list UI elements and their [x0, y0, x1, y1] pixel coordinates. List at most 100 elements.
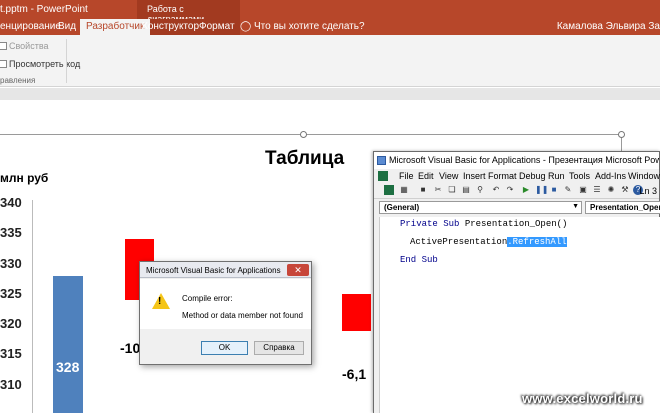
resize-handle-top[interactable]: [300, 131, 307, 138]
ribbon-tabs: енцирование Вид Разработчик Конструктор …: [0, 19, 660, 35]
find-icon[interactable]: ⚲: [475, 185, 485, 195]
menu-view[interactable]: View: [439, 171, 458, 181]
menu-insert[interactable]: Insert: [463, 171, 486, 181]
tell-me-search[interactable]: ◯ Что вы хотите сделать?: [240, 21, 365, 32]
tab-design[interactable]: Конструктор: [142, 21, 199, 32]
menu-tools[interactable]: Tools: [569, 171, 590, 181]
view-code-label: Просмотреть код: [9, 59, 81, 69]
object-reference: ActivePresentation: [410, 237, 508, 247]
bar-label-change-1: -10: [120, 340, 141, 356]
y-tick-label: 310: [0, 376, 22, 392]
y-tick-label: 325: [0, 285, 22, 301]
toolbox-icon[interactable]: ⚒: [620, 185, 630, 195]
view-code-button[interactable]: Просмотреть код: [0, 59, 80, 69]
compile-error-dialog[interactable]: Microsoft Visual Basic for Applications …: [139, 261, 312, 365]
y-tick-label: 340: [0, 195, 22, 210]
code-editor[interactable]: Private Sub Presentation_Open() ActivePr…: [379, 217, 660, 413]
user-name[interactable]: Камалова Эльвира Зa: [557, 21, 660, 32]
document-title: t.pptm - PowerPoint: [0, 4, 88, 15]
lightbulb-icon: ◯: [240, 21, 252, 32]
menu-run[interactable]: Run: [548, 171, 565, 181]
paste-icon[interactable]: ▤: [461, 185, 471, 195]
error-message: Method or data member not found: [182, 311, 303, 320]
error-highlight: .RefreshAll: [507, 237, 567, 247]
close-icon[interactable]: ✕: [287, 264, 309, 276]
vba-editor-title-bar[interactable]: Microsoft Visual Basic for Applications …: [374, 152, 659, 169]
tell-me-label: Что вы хотите сделать?: [253, 21, 365, 32]
object-browser-icon[interactable]: ✺: [606, 185, 616, 195]
ok-button[interactable]: OK: [201, 341, 248, 355]
y-axis-label: млн руб: [0, 171, 49, 185]
y-tick-label: 335: [0, 225, 22, 241]
view-host-icon[interactable]: [384, 185, 394, 195]
properties-label: Свойства: [9, 41, 49, 51]
help-button[interactable]: Справка: [254, 341, 304, 355]
properties-window-icon[interactable]: ☰: [592, 185, 602, 195]
code-line-end-sub: End Sub: [400, 255, 438, 265]
menu-format[interactable]: Format: [488, 171, 517, 181]
dialog-title-bar[interactable]: Microsoft Visual Basic for Applications …: [140, 262, 311, 278]
dialog-body: ! Compile error: Method or data member n…: [140, 279, 311, 329]
properties-button[interactable]: Свойства: [0, 41, 49, 51]
bar-change-2[interactable]: [342, 293, 371, 331]
tab-format[interactable]: Формат: [199, 21, 235, 32]
y-tick-label: 315: [0, 346, 22, 362]
error-heading: Compile error:: [182, 294, 233, 303]
y-axis-line: [32, 200, 33, 413]
bar-base[interactable]: [53, 275, 83, 413]
menu-file[interactable]: File: [399, 171, 414, 181]
vba-editor-title: Microsoft Visual Basic for Applications …: [389, 155, 659, 165]
excel-icon[interactable]: [378, 171, 388, 181]
copy-icon[interactable]: ❏: [447, 185, 457, 195]
menu-add-ins[interactable]: Add-Ins: [595, 171, 626, 181]
menu-window[interactable]: Window: [628, 171, 660, 181]
chart-selection-border: [0, 134, 622, 135]
procedure-dropdown[interactable]: Presentation_Open: [585, 201, 660, 214]
tab-developer[interactable]: Разработчик: [80, 19, 151, 35]
run-icon[interactable]: ▶: [521, 185, 531, 195]
warning-exclamation: !: [158, 296, 162, 307]
sub-name: Presentation_Open(): [459, 219, 568, 229]
chevron-down-icon: ▼: [572, 203, 579, 210]
y-tick-label: 320: [0, 316, 22, 331]
tab-view[interactable]: Вид: [58, 21, 76, 32]
design-mode-icon[interactable]: ✎: [563, 185, 573, 195]
controls-group-label: равления: [0, 76, 36, 85]
undo-icon[interactable]: ↶: [491, 185, 501, 195]
reset-icon[interactable]: ■: [549, 185, 559, 195]
menu-edit[interactable]: Edit: [418, 171, 434, 181]
tab-review[interactable]: енцирование: [0, 21, 61, 32]
break-icon[interactable]: ❚❚: [535, 185, 548, 195]
view-code-icon: [0, 60, 7, 68]
dialog-title: Microsoft Visual Basic for Applications: [146, 266, 281, 275]
redo-icon[interactable]: ↷: [505, 185, 515, 195]
bar-label-base: 328: [56, 359, 80, 375]
save-icon[interactable]: ■: [418, 185, 428, 195]
object-dropdown-value: (General): [384, 203, 420, 212]
properties-icon: [0, 42, 7, 50]
cursor-position: Ln 3: [639, 186, 657, 196]
procedure-dropdown-value: Presentation_Open: [590, 203, 660, 212]
vba-menu-bar: File Edit View Insert Format Debug Run T…: [374, 169, 660, 183]
ribbon: Свойства Просмотреть код равления: [0, 35, 660, 87]
title-bar: t.pptm - PowerPoint Работа с диаграммами: [0, 0, 660, 24]
code-line-2: ActivePresentation.RefreshAll: [410, 237, 567, 247]
bar-label-change-2: -6,1: [342, 366, 367, 382]
chart-tools-context-label: Работа с диаграммами: [137, 0, 240, 24]
code-window-selectors: (General) ▼ Presentation_Open: [374, 199, 660, 216]
keyword-private-sub: Private Sub: [400, 219, 460, 229]
object-dropdown[interactable]: (General) ▼: [379, 201, 582, 214]
watermark: www.excelworld.ru: [522, 391, 643, 406]
insert-module-icon[interactable]: ▦: [399, 185, 409, 195]
cut-icon[interactable]: ✂: [433, 185, 443, 195]
ribbon-separator: [66, 39, 67, 83]
chart-title: Таблица: [265, 148, 345, 169]
vba-editor-window[interactable]: Microsoft Visual Basic for Applications …: [373, 151, 660, 413]
project-explorer-icon[interactable]: ▣: [578, 185, 588, 195]
vba-app-icon: [377, 156, 386, 165]
resize-handle-top-right[interactable]: [618, 131, 625, 138]
menu-debug[interactable]: Debug: [519, 171, 546, 181]
code-line-1: Private Sub Presentation_Open(): [400, 219, 567, 229]
vba-toolbar: ▦ ■ ✂ ❏ ▤ ⚲ ↶ ↷ ▶ ❚❚ ■ ✎ ▣ ☰ ✺ ⚒ ? Ln 3: [374, 183, 659, 199]
y-tick-label: 330: [0, 255, 22, 271]
